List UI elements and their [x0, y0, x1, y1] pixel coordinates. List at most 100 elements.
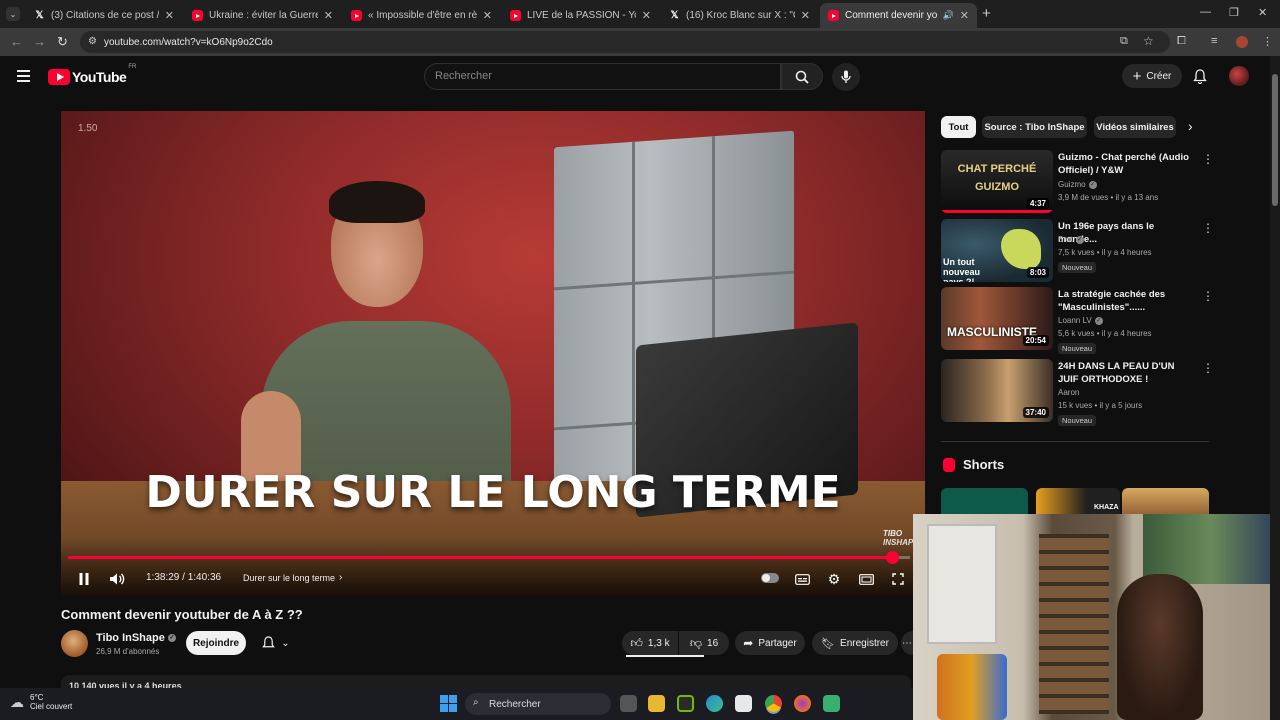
recommended-video[interactable]: 37:40 24H DANS LA PEAU D'UN JUIF ORTHODO…	[941, 359, 1214, 426]
minimize-window-icon[interactable]: —	[1200, 6, 1211, 18]
cast-icon[interactable]: ⧉	[1120, 35, 1128, 48]
video-thumbnail[interactable]: MASCULINISTE 20:54	[941, 287, 1053, 350]
recommended-video[interactable]: Un tout nouveau pays ?! 8:03 Un 196e pay…	[941, 219, 1214, 283]
youtube-favicon-icon	[351, 10, 362, 21]
chapter-button[interactable]: Durer sur le long terme ›	[243, 572, 342, 583]
more-vertical-icon[interactable]: ⋮	[1202, 361, 1214, 375]
address-bar[interactable]: ⚙ youtube.com/watch?v=kO6Np9o2Cdo ⧉ ☆	[80, 31, 1170, 53]
back-icon[interactable]: ←	[10, 34, 23, 49]
create-button[interactable]: + Créer	[1122, 64, 1182, 88]
fullscreen-button[interactable]	[890, 571, 906, 587]
dislike-button[interactable]: 👎︎ 16	[679, 631, 729, 655]
browser-tab[interactable]: 𝕏 (3) Citations de ce post / X ✕	[26, 3, 182, 28]
browser-tab[interactable]: Ukraine : éviter la Guerre mondiale ✕	[184, 3, 341, 28]
chip-all[interactable]: Tout	[941, 116, 976, 138]
chips-next-icon[interactable]: ›	[1188, 118, 1193, 134]
bookmark-icon: 🔖︎	[821, 637, 836, 650]
voice-search-button[interactable]	[832, 63, 860, 91]
browser-tab[interactable]: LIVE de la PASSION - YouTube ✕	[502, 3, 659, 28]
join-button[interactable]: Rejoindre	[186, 631, 246, 655]
theater-mode-icon	[858, 573, 874, 585]
chip-source[interactable]: Source : Tibo InShape	[982, 116, 1087, 138]
shorts-label: Shorts	[963, 457, 1005, 472]
verified-badge-icon: ✓	[1088, 180, 1097, 189]
app-icon[interactable]	[823, 695, 840, 712]
account-avatar[interactable]	[1229, 66, 1249, 86]
browser-tab[interactable]: 𝕏 (16) Kroc Blanc sur X : "On est v ✕	[661, 3, 818, 28]
hamburger-menu-icon[interactable]	[17, 70, 30, 82]
profile-icon[interactable]	[1236, 36, 1248, 48]
close-tab-icon[interactable]: ✕	[165, 9, 174, 22]
pause-button[interactable]	[77, 571, 91, 587]
windows-start-icon[interactable]	[440, 695, 457, 712]
file-explorer-icon[interactable]	[648, 695, 665, 712]
bookmark-star-icon[interactable]: ☆	[1143, 34, 1154, 48]
progress-bar[interactable]	[68, 556, 910, 559]
browser-tab[interactable]: « Impossible d'être en règle ! » ✕	[343, 3, 500, 28]
tab-search-dropdown[interactable]: ⌄	[6, 7, 20, 21]
more-actions-button[interactable]: ⋯	[901, 631, 913, 655]
store-icon[interactable]	[735, 695, 752, 712]
task-view-icon[interactable]	[620, 695, 637, 712]
youtube-logo[interactable]: YouTube FR	[48, 64, 136, 85]
close-tab-icon[interactable]: ✕	[642, 9, 651, 22]
close-tab-icon[interactable]: ✕	[801, 9, 810, 22]
windows-taskbar: ☁ 6°C Ciel couvert ⌕ Rechercher	[0, 688, 913, 720]
video-player[interactable]: 1.50 DURER SUR LE LONG TERME TIBO INSHAP…	[61, 111, 925, 597]
new-tab-button[interactable]: +	[982, 5, 991, 22]
recommended-video[interactable]: CHAT PERCHÉ GUIZMO 4:37 Guizmo - Chat pe…	[941, 150, 1214, 214]
chip-similar[interactable]: Vidéos similaires	[1094, 116, 1176, 138]
notifications-bell-icon[interactable]	[1193, 69, 1207, 89]
nvidia-icon[interactable]	[677, 695, 694, 712]
video-thumbnail[interactable]: Un tout nouveau pays ?! 8:03	[941, 219, 1053, 282]
windows-search-box[interactable]: ⌕ Rechercher	[465, 693, 611, 715]
browser-tab-active[interactable]: Comment devenir youtuber 🔊 ✕	[820, 3, 977, 28]
page-scrollbar[interactable]	[1270, 56, 1280, 720]
tab-audio-icon[interactable]: 🔊	[943, 10, 954, 21]
subtitles-button[interactable]	[794, 571, 810, 587]
search-button[interactable]	[781, 63, 823, 90]
share-button[interactable]: ➦ Partager	[735, 631, 805, 655]
channel-name[interactable]: Tibo InShape ✓	[96, 632, 176, 644]
autoplay-toggle[interactable]	[761, 573, 779, 583]
browser-menu-icon[interactable]: ⋮	[1262, 35, 1273, 48]
extensions-icon[interactable]: ⧠	[1177, 35, 1186, 48]
scrollbar-thumb[interactable]	[1272, 74, 1278, 206]
recommended-video[interactable]: MASCULINISTE 20:54 La stratégie cachée d…	[941, 287, 1214, 354]
firefox-icon[interactable]	[794, 695, 811, 712]
site-info-icon[interactable]: ⚙	[88, 36, 97, 47]
weather-widget[interactable]: ☁ 6°C Ciel couvert	[10, 693, 72, 711]
restore-window-icon[interactable]: ❐	[1229, 6, 1239, 19]
more-vertical-icon[interactable]: ⋮	[1202, 221, 1214, 235]
video-thumbnail[interactable]: CHAT PERCHÉ GUIZMO 4:37	[941, 150, 1053, 213]
subscriber-count: 26,9 M d'abonnés	[96, 647, 160, 656]
volume-button[interactable]	[109, 571, 125, 587]
chrome-icon[interactable]	[765, 695, 782, 712]
close-tab-icon[interactable]: ✕	[324, 9, 333, 22]
theater-mode-button[interactable]	[858, 571, 874, 587]
subtitles-icon	[794, 573, 810, 585]
close-tab-icon[interactable]: ✕	[960, 9, 969, 22]
more-vertical-icon[interactable]: ⋮	[1202, 152, 1214, 166]
search-input[interactable]: Rechercher	[424, 63, 781, 90]
recommended-meta: 3,9 M de vues • il y a 13 ans	[1058, 193, 1159, 202]
recommended-channel: Brut ✓	[1058, 235, 1084, 244]
video-thumbnail[interactable]: 37:40	[941, 359, 1053, 422]
like-button[interactable]: 👍︎ 1,3 k	[622, 631, 678, 655]
subscription-bell-button[interactable]: ⌄	[252, 631, 300, 655]
close-window-icon[interactable]: ✕	[1258, 6, 1267, 19]
more-vertical-icon[interactable]: ⋮	[1202, 289, 1214, 303]
close-tab-icon[interactable]: ✕	[483, 9, 492, 22]
settings-button[interactable]: ⚙	[826, 571, 842, 587]
save-button[interactable]: 🔖︎ Enregistrer	[812, 631, 898, 655]
gear-icon: ⚙	[827, 570, 841, 587]
new-badge: Nouveau	[1058, 262, 1097, 273]
tab-title: LIVE de la PASSION - YouTube	[527, 10, 636, 21]
channel-avatar[interactable]	[61, 630, 88, 657]
reload-icon[interactable]: ↻	[57, 34, 68, 50]
edge-browser-icon[interactable]	[706, 695, 723, 712]
like-count: 1,3 k	[647, 637, 670, 649]
video-overlay-caption: DURER SUR LE LONG TERME	[145, 467, 841, 518]
forward-icon[interactable]: →	[33, 34, 46, 49]
reading-list-icon[interactable]: ≡	[1211, 35, 1217, 47]
